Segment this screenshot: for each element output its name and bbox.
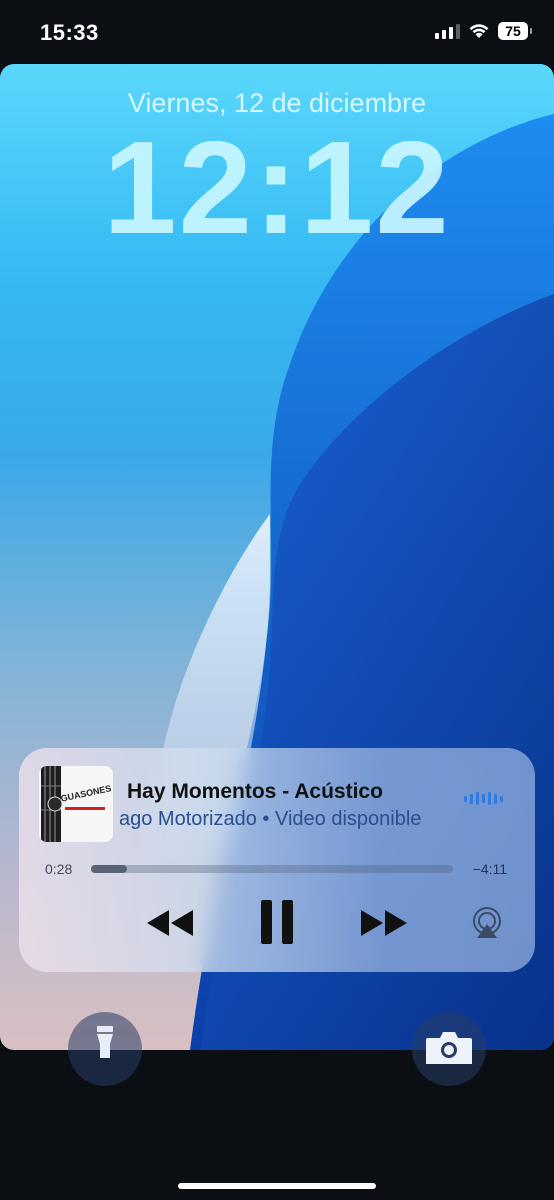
remaining-time: −4:11	[472, 861, 507, 877]
status-icons: 75	[435, 22, 532, 40]
battery-level: 75	[505, 23, 521, 39]
cellular-signal-icon	[435, 23, 460, 39]
fast-forward-icon[interactable]	[359, 906, 409, 940]
track-title[interactable]: Hay Momentos - Acústico	[127, 780, 383, 804]
wifi-icon	[469, 24, 489, 38]
battery-icon: 75	[498, 22, 532, 40]
camera-icon	[426, 1032, 472, 1064]
rewind-icon[interactable]	[145, 906, 195, 940]
playback-progress-fill	[91, 865, 128, 873]
flashlight-button[interactable]	[68, 1012, 142, 1086]
pause-icon[interactable]	[259, 898, 295, 946]
playback-scrubber[interactable]	[91, 865, 453, 873]
album-artwork[interactable]: GUASONES	[39, 766, 113, 842]
airplay-icon[interactable]	[470, 906, 504, 940]
status-time: 15:33	[40, 20, 99, 45]
home-indicator[interactable]	[178, 1183, 376, 1189]
audio-waveform-icon	[464, 792, 503, 805]
lock-clock: 12:12	[103, 114, 451, 261]
track-subtitle[interactable]: ago Motorizado • Video disponible	[119, 808, 459, 831]
album-artwork-image: GUASONES	[39, 766, 113, 842]
flashlight-icon	[97, 1026, 113, 1058]
elapsed-time: 0:28	[45, 861, 73, 877]
playback-controls	[19, 898, 535, 952]
status-bar: 15:33 75	[0, 0, 554, 64]
camera-button[interactable]	[412, 1012, 486, 1086]
now-playing-widget[interactable]: GUASONES Hay Momentos - Acústico ago Mot…	[19, 748, 535, 972]
